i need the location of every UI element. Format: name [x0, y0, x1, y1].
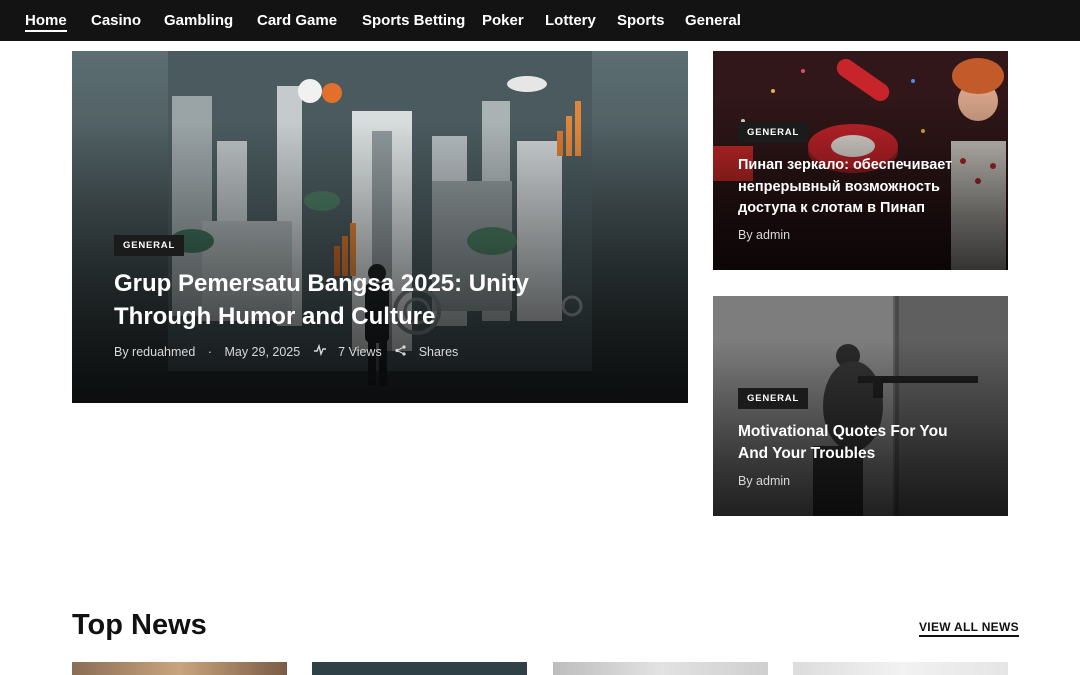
side-post-card[interactable]: GENERAL Motivational Quotes For You And … [713, 296, 1008, 516]
meta-separator-dot: · [207, 345, 212, 359]
side-post-title[interactable]: Motivational Quotes For You And Your Tro… [738, 421, 978, 464]
top-news-heading: Top News [72, 609, 207, 641]
nav-lottery[interactable]: Lottery [545, 12, 596, 29]
views-icon [313, 343, 326, 359]
post-author[interactable]: By reduahmed [114, 345, 195, 359]
news-thumbnail[interactable] [312, 662, 527, 675]
share-icon[interactable] [395, 345, 406, 359]
side-post-card[interactable]: GENERAL Пинап зеркало: обеспечивает непр… [713, 51, 1008, 270]
news-thumbnail[interactable] [72, 662, 287, 675]
nav-home[interactable]: Home [25, 12, 67, 32]
nav-general[interactable]: General [685, 12, 741, 29]
nav-gambling[interactable]: Gambling [164, 12, 233, 29]
featured-post-card[interactable]: GENERAL Grup Pemersatu Bangsa 2025: Unit… [72, 51, 688, 403]
post-shares[interactable]: Shares [419, 345, 459, 359]
top-navigation: Home Casino Gambling Card Game Sports Be… [0, 0, 1080, 41]
post-author[interactable]: By admin [738, 228, 790, 242]
post-date: May 29, 2025 [224, 345, 301, 359]
post-author[interactable]: By admin [738, 474, 790, 488]
category-badge[interactable]: GENERAL [738, 122, 809, 143]
nav-card-game[interactable]: Card Game [257, 12, 337, 29]
post-views: 7 Views [338, 345, 382, 359]
side-post-title[interactable]: Пинап зеркало: обеспечивает непрерывный … [738, 155, 978, 220]
post-meta: By reduahmed · May 29, 2025 7 Views Shar… [114, 343, 459, 359]
category-badge[interactable]: GENERAL [738, 388, 809, 409]
nav-sports-betting[interactable]: Sports Betting [362, 12, 465, 29]
nav-poker[interactable]: Poker [482, 12, 524, 29]
news-thumbnail[interactable] [793, 662, 1008, 675]
view-all-news-link[interactable]: VIEW ALL NEWS [919, 620, 1019, 637]
nav-casino[interactable]: Casino [91, 12, 141, 29]
featured-post-title[interactable]: Grup Pemersatu Bangsa 2025: Unity Throug… [114, 267, 614, 333]
nav-sports[interactable]: Sports [617, 12, 665, 29]
news-thumbnail[interactable] [553, 662, 768, 675]
category-badge[interactable]: GENERAL [114, 235, 185, 256]
